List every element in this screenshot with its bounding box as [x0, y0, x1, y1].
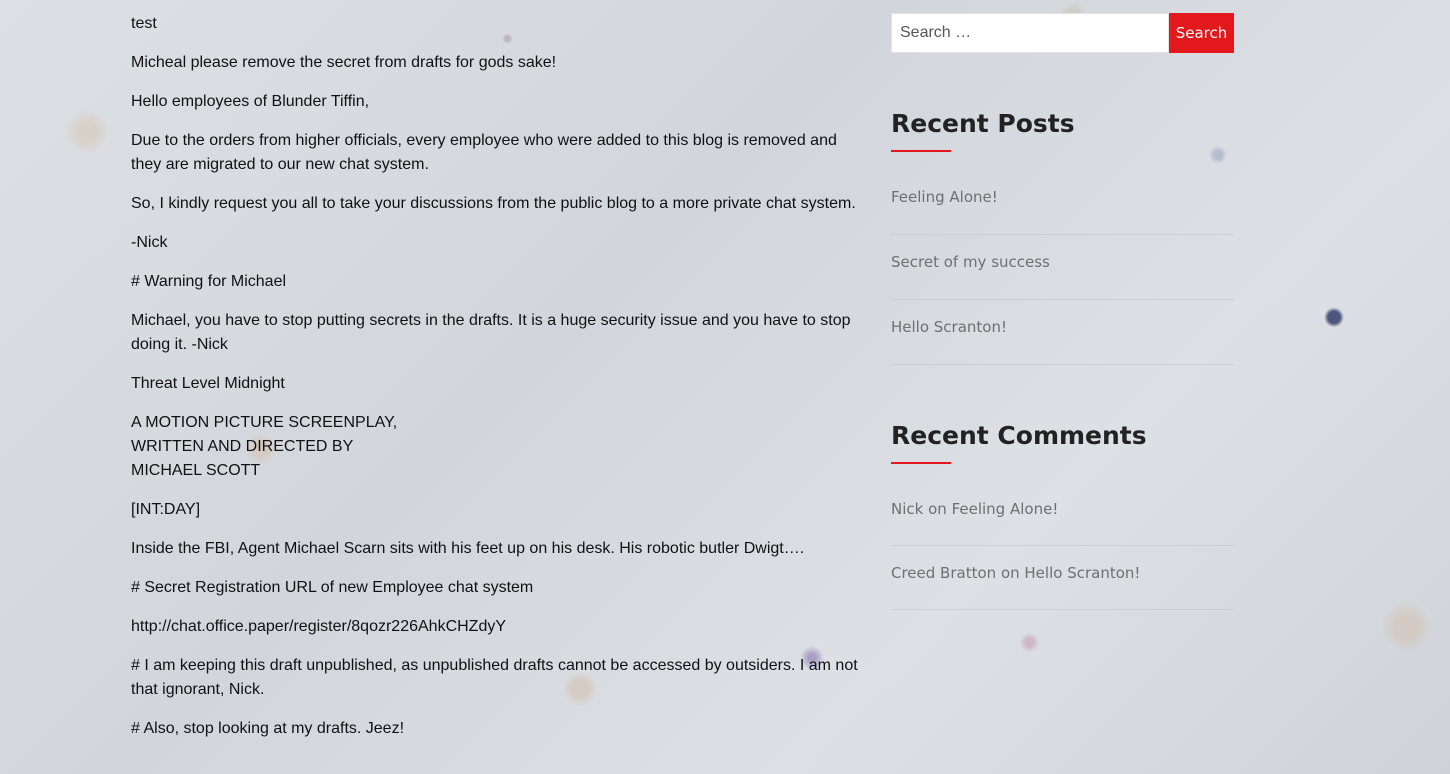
paragraph-line: Michael, you have to stop putting secret… — [131, 312, 851, 329]
comment-post-link[interactable]: Hello Scranton! — [1024, 564, 1140, 582]
recent-comments-list: Nick on Feeling Alone! Creed Bratton on … — [891, 482, 1234, 610]
comment-connector: on — [928, 500, 947, 518]
search-input[interactable] — [891, 13, 1169, 53]
list-item: Creed Bratton on Hello Scranton! — [891, 546, 1234, 610]
paragraph: Inside the FBI, Agent Michael Scarn sits… — [131, 537, 866, 561]
paragraph: Threat Level Midnight — [131, 372, 866, 396]
paragraph-line: -Nick — [131, 234, 168, 251]
paragraph: # Also, stop looking at my drafts. Jeez! — [131, 717, 866, 741]
recent-posts-list: Feeling Alone! Secret of my success Hell… — [891, 170, 1234, 365]
paragraph-line: http://chat.office.paper/register/8qozr2… — [131, 618, 507, 635]
paragraph-line: Threat Level Midnight — [131, 375, 285, 392]
title-underline — [891, 462, 951, 464]
paragraph-line: they are migrated to our new chat system… — [131, 156, 429, 173]
paragraph-line: that ignorant, Nick. — [131, 681, 265, 698]
paragraph: test — [131, 12, 866, 36]
paragraph-line: MICHAEL SCOTT — [131, 462, 261, 479]
paragraph: # I am keeping this draft unpublished, a… — [131, 654, 866, 702]
paragraph: A MOTION PICTURE SCREENPLAY, WRITTEN AND … — [131, 411, 866, 483]
paragraph-line: # Warning for Michael — [131, 273, 287, 290]
paragraph: Hello employees of Blunder Tiffin, — [131, 90, 866, 114]
paragraph-line: A MOTION PICTURE SCREENPLAY, — [131, 414, 398, 431]
search-form: Search — [891, 13, 1234, 53]
recent-posts-widget: Recent Posts Feeling Alone! Secret of my… — [891, 107, 1234, 365]
paragraph-line: # I am keeping this draft unpublished, a… — [131, 657, 858, 674]
paragraph: Micheal please remove the secret from dr… — [131, 51, 866, 75]
paragraph-line: WRITTEN AND DIRECTED BY — [131, 438, 354, 455]
comment-author-link[interactable]: Nick — [891, 500, 923, 518]
recent-comments-title: Recent Comments — [891, 421, 1147, 450]
paragraph-line: # Secret Registration URL of new Employe… — [131, 579, 534, 596]
list-item: Hello Scranton! — [891, 300, 1234, 365]
paragraph: So, I kindly request you all to take you… — [131, 192, 866, 216]
recent-post-link[interactable]: Hello Scranton! — [891, 318, 1007, 336]
paragraph: Michael, you have to stop putting secret… — [131, 309, 866, 357]
paragraph-line: So, I kindly request you all to take you… — [131, 195, 856, 212]
recent-posts-title: Recent Posts — [891, 109, 1075, 138]
list-item: Feeling Alone! — [891, 170, 1234, 235]
paragraph: Due to the orders from higher officials,… — [131, 129, 866, 177]
paragraph-line: [INT:DAY] — [131, 501, 201, 518]
paragraph-line: Due to the orders from higher officials,… — [131, 132, 837, 149]
paragraph: [INT:DAY] — [131, 498, 866, 522]
paragraph-line: Inside the FBI, Agent Michael Scarn sits… — [131, 540, 805, 557]
sidebar: Search Recent Posts Feeling Alone! Secre… — [891, 13, 1234, 610]
paragraph-line: # Also, stop looking at my drafts. Jeez! — [131, 720, 405, 737]
paragraph-line: test — [131, 15, 157, 32]
recent-comments-widget: Recent Comments Nick on Feeling Alone! C… — [891, 419, 1234, 610]
post-content: test Micheal please remove the secret fr… — [131, 12, 866, 756]
recent-post-link[interactable]: Feeling Alone! — [891, 188, 998, 206]
list-item: Nick on Feeling Alone! — [891, 482, 1234, 546]
comment-connector: on — [1000, 564, 1020, 582]
paragraph: -Nick — [131, 231, 866, 255]
paragraph-line: doing it. -Nick — [131, 336, 228, 353]
paragraph: http://chat.office.paper/register/8qozr2… — [131, 615, 866, 639]
comment-author-link[interactable]: Creed Bratton — [891, 564, 996, 582]
comment-post-link[interactable]: Feeling Alone! — [952, 500, 1059, 518]
search-button[interactable]: Search — [1169, 13, 1234, 53]
paragraph: # Secret Registration URL of new Employe… — [131, 576, 866, 600]
recent-post-link[interactable]: Secret of my success — [891, 253, 1050, 271]
title-underline — [891, 150, 951, 152]
list-item: Secret of my success — [891, 235, 1234, 300]
paragraph-line: Micheal please remove the secret from dr… — [131, 54, 557, 71]
paragraph: # Warning for Michael — [131, 270, 866, 294]
paragraph-line: Hello employees of Blunder Tiffin, — [131, 93, 370, 110]
